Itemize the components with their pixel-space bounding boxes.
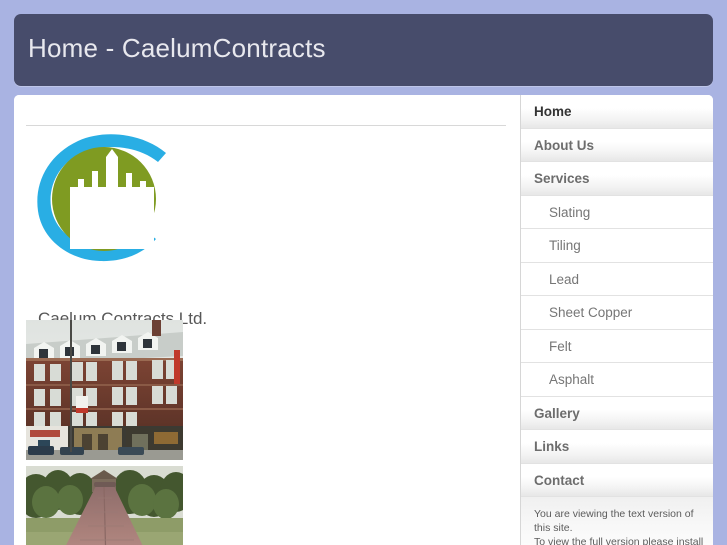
sidebar-item-label: Home bbox=[534, 104, 572, 119]
sidebar-item-label: Lead bbox=[549, 271, 580, 287]
sidebar-item-lead[interactable]: Lead bbox=[521, 262, 713, 296]
content-divider bbox=[26, 125, 506, 126]
sidebar-item-home[interactable]: Home bbox=[521, 95, 713, 129]
sidebar-item-label: Services bbox=[534, 171, 590, 186]
sidebar-item-tiling[interactable]: Tiling bbox=[521, 229, 713, 263]
tiled-roof-photo bbox=[26, 466, 183, 545]
text-version-notice: You are viewing the text version of this… bbox=[521, 497, 713, 545]
sidebar-item-services[interactable]: Services bbox=[521, 162, 713, 196]
sidebar-item-sheet-copper[interactable]: Sheet Copper bbox=[521, 296, 713, 330]
page-title: Home - CaelumContracts bbox=[28, 33, 326, 63]
site-header: Home - CaelumContracts bbox=[14, 14, 713, 86]
sidebar-navigation: Home About Us Services Slating Tiling Le… bbox=[520, 95, 713, 545]
sidebar-item-label: Asphalt bbox=[549, 372, 595, 387]
sidebar-item-label: Sheet Copper bbox=[549, 305, 633, 320]
victorian-brick-building-photo bbox=[26, 320, 183, 460]
sidebar-item-label: Felt bbox=[549, 338, 572, 354]
sidebar-item-gallery[interactable]: Gallery bbox=[521, 396, 713, 430]
main-content: Caelum Contracts Ltd. bbox=[14, 95, 520, 545]
page-root: Home - CaelumContracts Caelum Contracts … bbox=[0, 0, 727, 545]
sidebar-item-label: Contact bbox=[534, 472, 585, 488]
caelum-c-logo-icon bbox=[26, 127, 186, 267]
notice-line-3: To view the full version please install bbox=[534, 536, 704, 545]
sidebar-item-label: Links bbox=[534, 439, 570, 454]
content-panel: Caelum Contracts Ltd. Home About Us Serv… bbox=[14, 95, 713, 545]
sidebar-item-label: Gallery bbox=[534, 405, 580, 421]
sidebar-item-label: About Us bbox=[534, 137, 594, 153]
sidebar-item-about-us[interactable]: About Us bbox=[521, 128, 713, 162]
logo-block: Caelum Contracts Ltd. bbox=[26, 127, 226, 328]
sidebar-item-label: Slating bbox=[549, 204, 591, 220]
sidebar-item-slating[interactable]: Slating bbox=[521, 195, 713, 229]
notice-line-1: You are viewing the text version of bbox=[534, 508, 694, 520]
sidebar-item-asphalt[interactable]: Asphalt bbox=[521, 363, 713, 397]
sidebar-item-contact[interactable]: Contact bbox=[521, 463, 713, 497]
sidebar-item-links[interactable]: Links bbox=[521, 430, 713, 464]
sidebar-item-label: Tiling bbox=[549, 238, 581, 253]
notice-line-2: this site. bbox=[534, 522, 573, 535]
sidebar-item-felt[interactable]: Felt bbox=[521, 329, 713, 363]
